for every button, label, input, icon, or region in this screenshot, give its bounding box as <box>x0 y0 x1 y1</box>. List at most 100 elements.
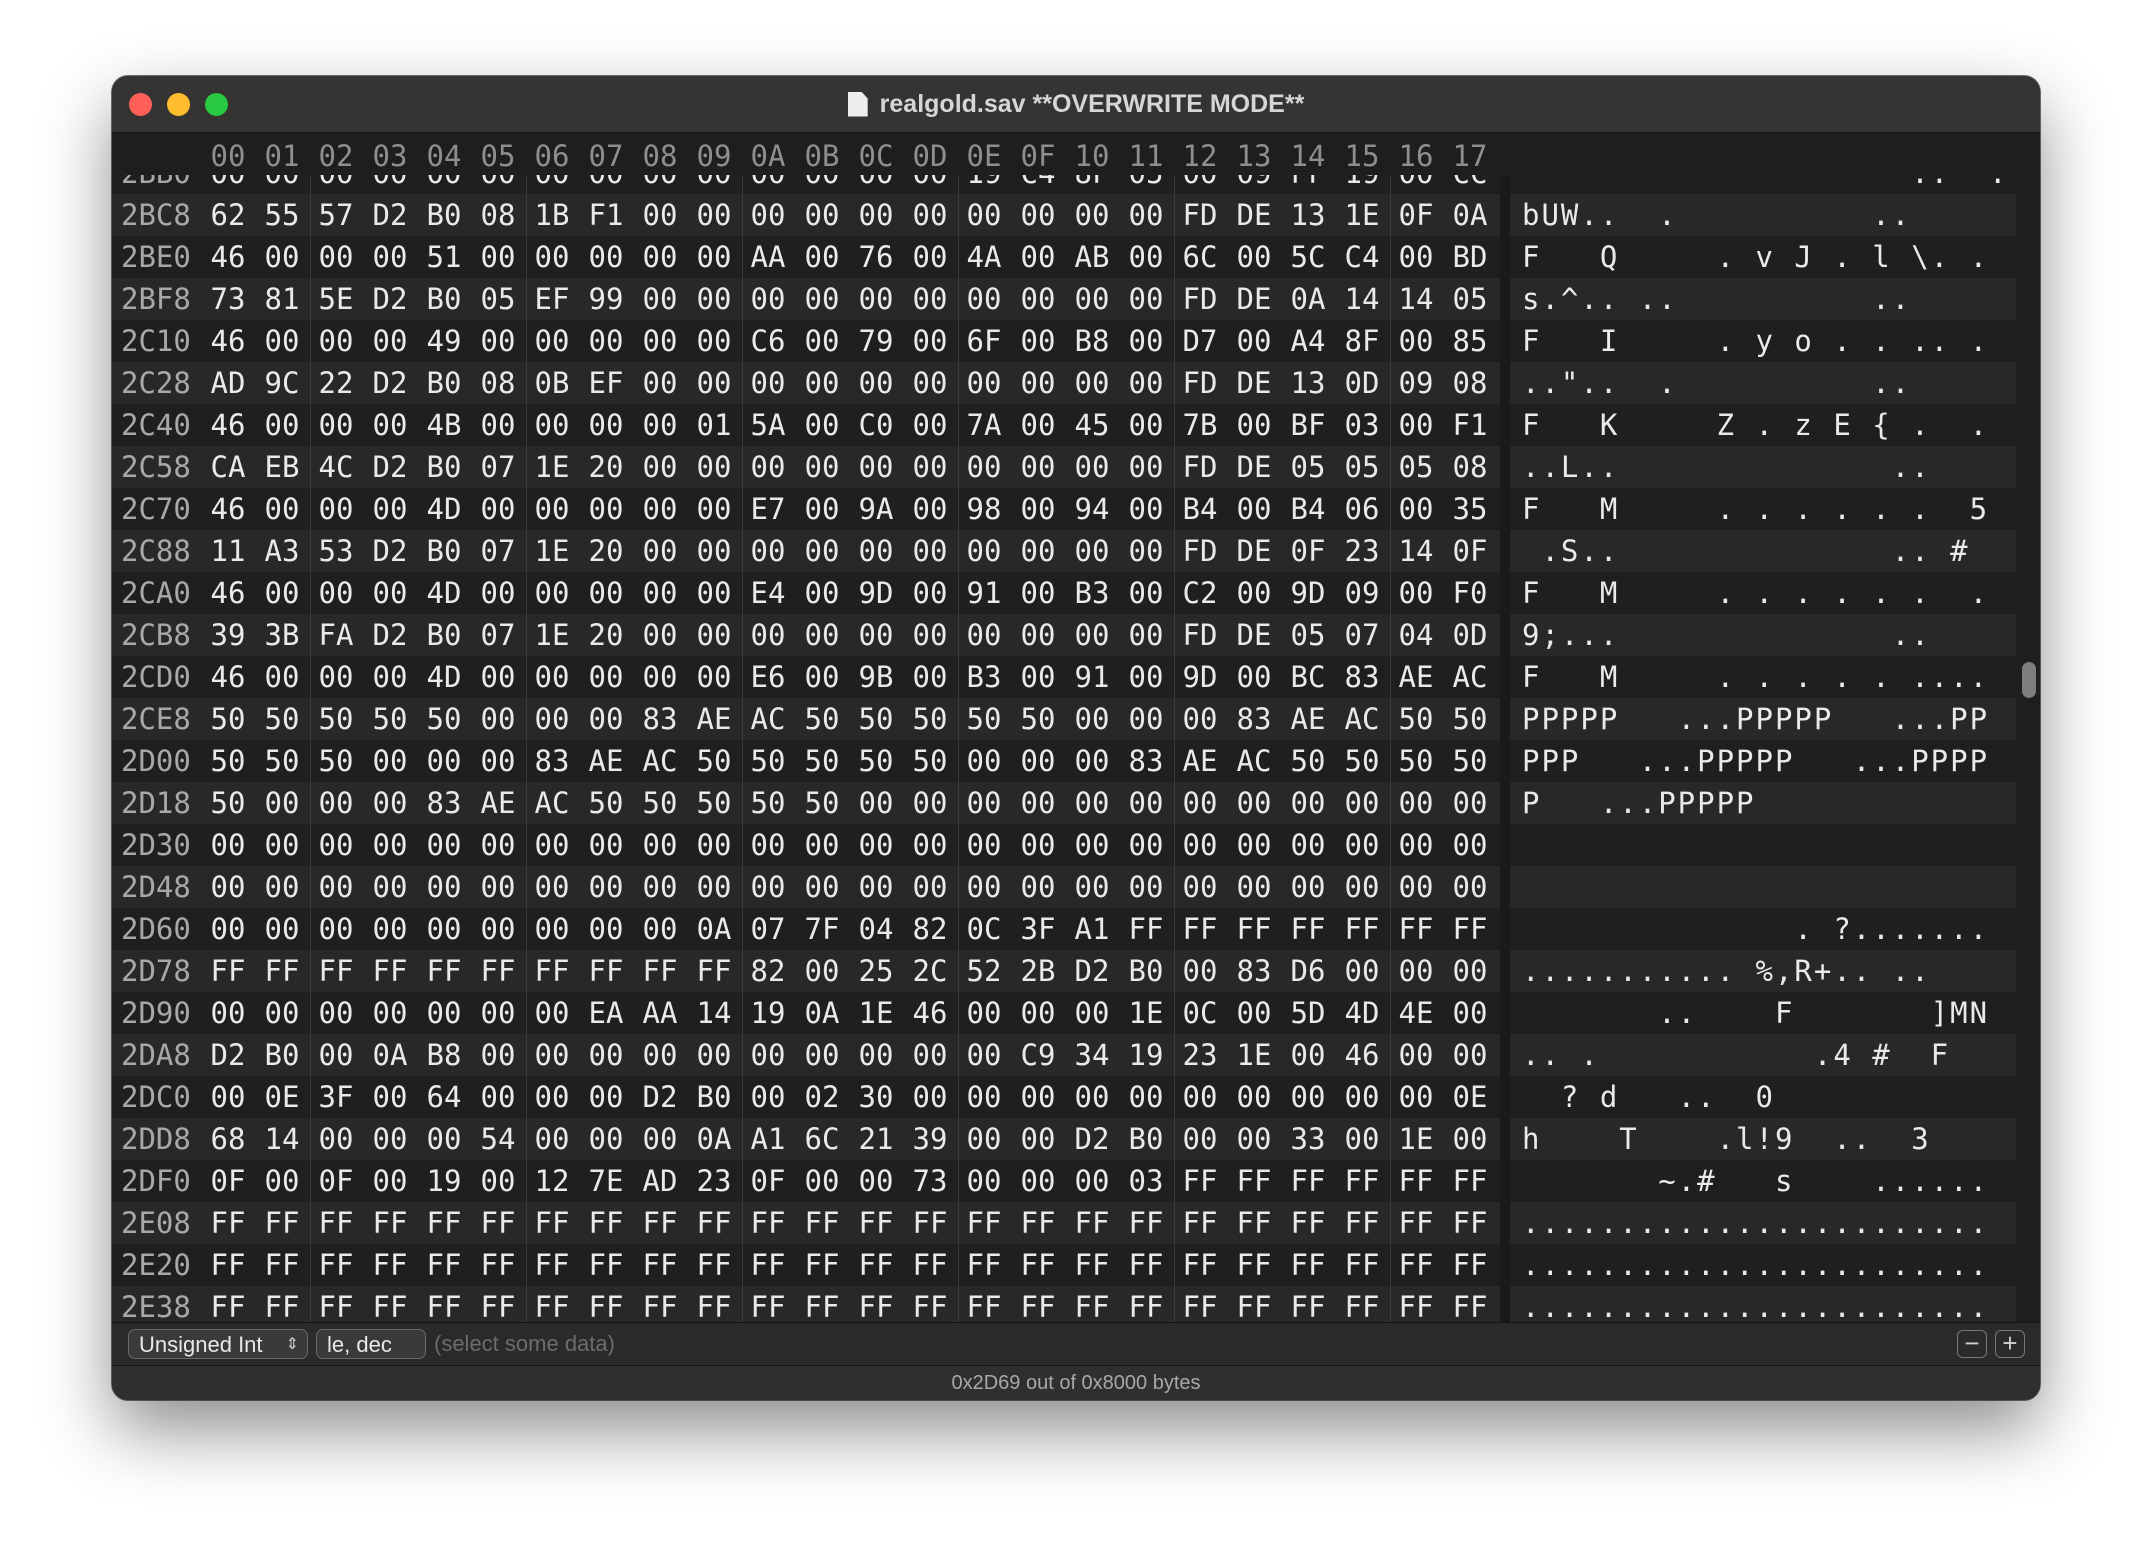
hex-byte[interactable]: FF <box>309 950 363 992</box>
hex-byte[interactable]: 4D <box>417 572 471 614</box>
hex-byte[interactable]: 00 <box>633 404 687 446</box>
hex-byte[interactable]: 00 <box>903 278 957 320</box>
hex-byte[interactable]: FF <box>1119 908 1173 950</box>
hex-byte[interactable]: 00 <box>1011 824 1065 866</box>
hex-byte[interactable]: 0C <box>1173 992 1227 1034</box>
hex-byte[interactable]: BC <box>1281 656 1335 698</box>
hex-byte[interactable]: 00 <box>633 320 687 362</box>
hex-byte[interactable]: 50 <box>417 698 471 740</box>
hex-byte[interactable]: 00 <box>849 782 903 824</box>
hex-byte[interactable]: 79 <box>849 320 903 362</box>
hex-byte[interactable]: 00 <box>579 698 633 740</box>
hex-byte[interactable]: 7E <box>579 1160 633 1202</box>
hex-byte[interactable]: 83 <box>633 698 687 740</box>
hex-byte[interactable]: FF <box>1443 1160 1497 1202</box>
hex-byte[interactable]: B0 <box>255 1034 309 1076</box>
hex-byte[interactable]: 00 <box>903 362 957 404</box>
hex-byte[interactable]: 5E <box>309 278 363 320</box>
hex-byte[interactable]: 1E <box>1119 992 1173 1034</box>
hex-byte[interactable]: 00 <box>363 488 417 530</box>
hex-byte[interactable]: AB <box>1065 236 1119 278</box>
hex-byte[interactable]: 00 <box>1173 175 1227 194</box>
hex-byte[interactable]: 00 <box>255 866 309 908</box>
hex-row[interactable]: 2D18 50 00 00 00 83 AE AC 50 50 50 50 50 00 00 00 00 00 00… <box>112 782 2016 824</box>
hex-byte[interactable]: 00 <box>1065 824 1119 866</box>
hex-byte[interactable]: AD <box>201 362 255 404</box>
hex-byte[interactable]: 55 <box>255 194 309 236</box>
hex-byte[interactable]: 50 <box>795 782 849 824</box>
hex-byte[interactable]: BF <box>1281 404 1335 446</box>
hex-byte[interactable]: EF <box>579 362 633 404</box>
hex-byte[interactable]: 00 <box>1011 320 1065 362</box>
hex-byte[interactable]: 50 <box>687 740 741 782</box>
hex-byte[interactable]: FF <box>687 950 741 992</box>
hex-byte[interactable]: 14 <box>1389 530 1443 572</box>
hex-byte[interactable]: D6 <box>1281 950 1335 992</box>
hex-byte[interactable]: 00 <box>309 782 363 824</box>
hex-byte[interactable]: 00 <box>579 1034 633 1076</box>
hex-byte[interactable]: A1 <box>1065 908 1119 950</box>
hex-byte[interactable]: 00 <box>849 175 903 194</box>
hex-byte[interactable]: 00 <box>795 1160 849 1202</box>
hex-byte[interactable]: 7F <box>795 908 849 950</box>
hex-byte[interactable]: AC <box>1443 656 1497 698</box>
hex-byte[interactable]: 00 <box>687 656 741 698</box>
hex-byte[interactable]: 50 <box>795 740 849 782</box>
hex-byte[interactable]: 00 <box>741 362 795 404</box>
hex-byte[interactable]: 04 <box>1389 614 1443 656</box>
hex-row[interactable]: 2D30 00 00 00 00 00 00 00 00 00 00 00 00 00 00 00 00 00 00… <box>112 824 2016 866</box>
hex-byte[interactable]: 83 <box>417 782 471 824</box>
type-select[interactable]: Unsigned Int ⇕ <box>128 1329 308 1359</box>
hex-byte[interactable]: 19 <box>1119 1034 1173 1076</box>
hex-byte[interactable]: FF <box>687 1244 741 1286</box>
hex-byte[interactable]: 91 <box>957 572 1011 614</box>
hex-byte[interactable]: 9A <box>849 488 903 530</box>
hex-byte[interactable]: 00 <box>849 614 903 656</box>
hex-byte[interactable]: 0A <box>795 992 849 1034</box>
hex-byte[interactable]: D2 <box>201 1034 255 1076</box>
hex-byte[interactable]: FF <box>1227 1202 1281 1244</box>
hex-byte[interactable]: 52 <box>957 950 1011 992</box>
hex-row[interactable]: 2DF0 0F 00 0F 00 19 00 12 7E AD 23 0F 00 00 73 00 00 00 03… <box>112 1160 2016 1202</box>
hex-byte[interactable]: FF <box>1065 1244 1119 1286</box>
hex-byte[interactable]: 00 <box>363 782 417 824</box>
hex-byte[interactable]: 00 <box>201 175 255 194</box>
hex-byte[interactable]: 4D <box>417 488 471 530</box>
hex-byte[interactable]: 00 <box>1011 1118 1065 1160</box>
hex-byte[interactable]: 00 <box>1389 320 1443 362</box>
hex-byte[interactable]: 00 <box>633 488 687 530</box>
hex-byte[interactable]: 0A <box>363 1034 417 1076</box>
hex-byte[interactable]: 00 <box>471 1076 525 1118</box>
hex-byte[interactable]: 00 <box>1011 866 1065 908</box>
hex-byte[interactable]: 00 <box>1065 362 1119 404</box>
ascii-text[interactable]: ..L.. .. <box>1522 446 1931 488</box>
hex-row[interactable]: 2D60 00 00 00 00 00 00 00 00 00 0A 07 7F 04 82 0C 3F A1 FF… <box>112 908 2016 950</box>
hex-byte[interactable]: A1 <box>741 1118 795 1160</box>
hex-byte[interactable]: 00 <box>1443 1118 1497 1160</box>
hex-byte[interactable]: 00 <box>579 866 633 908</box>
hex-byte[interactable]: 00 <box>957 1160 1011 1202</box>
hex-byte[interactable]: FF <box>1227 1244 1281 1286</box>
ascii-text[interactable]: .. . .4 # F <box>1522 1034 1950 1076</box>
hex-byte[interactable]: 00 <box>1011 194 1065 236</box>
hex-byte[interactable]: 12 <box>525 1160 579 1202</box>
hex-byte[interactable]: 00 <box>1335 824 1389 866</box>
scrollbar-thumb[interactable] <box>2022 662 2036 698</box>
hex-byte[interactable]: AC <box>1227 740 1281 782</box>
hex-byte[interactable]: 00 <box>309 488 363 530</box>
hex-byte[interactable]: B0 <box>417 194 471 236</box>
ascii-text[interactable]: s.^.. .. .. <box>1522 278 1911 320</box>
hex-byte[interactable]: 46 <box>201 656 255 698</box>
hex-byte[interactable]: 00 <box>1281 866 1335 908</box>
hex-byte[interactable]: 00 <box>741 824 795 866</box>
hex-byte[interactable]: 81 <box>255 278 309 320</box>
hex-byte[interactable]: 04 <box>849 908 903 950</box>
hex-byte[interactable]: AC <box>525 782 579 824</box>
hex-byte[interactable]: B3 <box>957 656 1011 698</box>
hex-byte[interactable]: 00 <box>471 1160 525 1202</box>
hex-byte[interactable]: 00 <box>1119 320 1173 362</box>
hex-byte[interactable]: 00 <box>1335 1118 1389 1160</box>
ascii-text[interactable]: ........... %,R+.. .. <box>1522 950 1931 992</box>
hex-byte[interactable]: FF <box>795 1244 849 1286</box>
hex-byte[interactable]: 00 <box>309 320 363 362</box>
